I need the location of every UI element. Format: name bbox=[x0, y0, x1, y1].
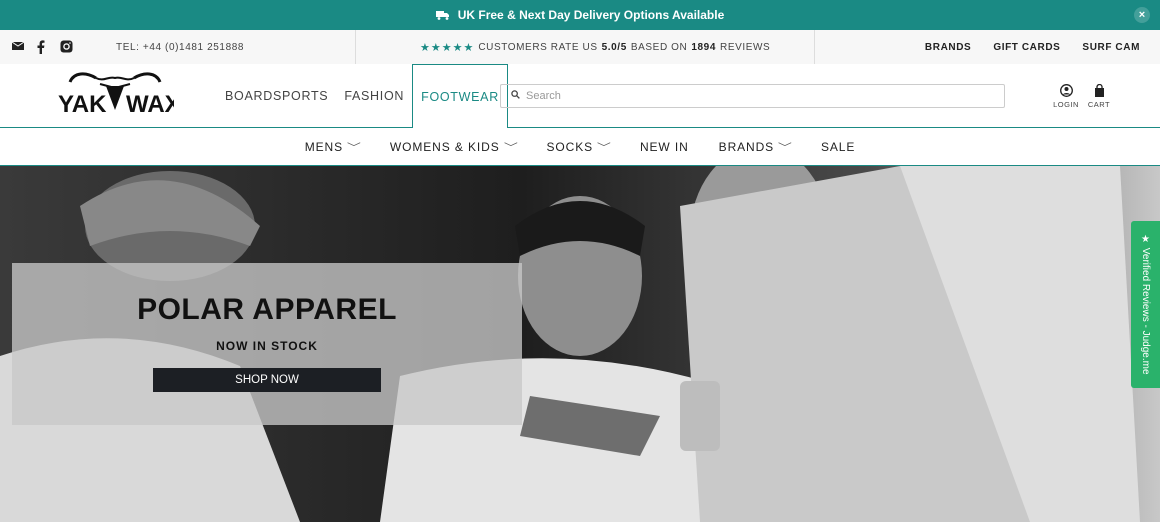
rating-prefix: CUSTOMERS RATE US bbox=[478, 42, 598, 53]
hero-banner[interactable]: POLAR APPAREL NOW IN STOCK SHOP NOW bbox=[0, 166, 1160, 522]
subnav-mens[interactable]: MENS ﹀ bbox=[304, 139, 363, 155]
subnav-womens-kids[interactable]: WOMENS & KIDS ﹀ bbox=[389, 139, 519, 155]
verified-reviews-tab[interactable]: ★ Verified Reviews - Judge.me bbox=[1131, 221, 1160, 388]
category-nav: MENS ﹀ WOMENS & KIDS ﹀ SOCKS ﹀ NEW IN BR… bbox=[0, 128, 1160, 166]
divider bbox=[355, 30, 356, 64]
link-brands[interactable]: BRANDS bbox=[925, 42, 971, 53]
chevron-down-icon: ﹀ bbox=[346, 143, 363, 154]
nav-footwear[interactable]: FOOTWEAR bbox=[412, 64, 508, 129]
utility-links: BRANDS GIFT CARDS SURF CAM bbox=[925, 42, 1140, 53]
promo-box: POLAR APPAREL NOW IN STOCK SHOP NOW bbox=[12, 263, 522, 425]
user-icon bbox=[1059, 84, 1073, 97]
divider bbox=[814, 30, 815, 64]
instagram-icon[interactable] bbox=[60, 40, 74, 54]
subnav-label: NEW IN bbox=[639, 139, 689, 154]
main-nav: BOARDSPORTS FASHION FOOTWEAR bbox=[225, 64, 508, 129]
announcement-text: UK Free & Next Day Delivery Options Avai… bbox=[457, 8, 725, 22]
announcement-bar: UK Free & Next Day Delivery Options Avai… bbox=[0, 0, 1160, 30]
shop-now-button[interactable]: SHOP NOW bbox=[153, 368, 381, 392]
utility-bar: TEL: +44 (0)1481 251888 ★★★★★ CUSTOMERS … bbox=[0, 30, 1160, 64]
rating-suffix: REVIEWS bbox=[720, 42, 771, 53]
nav-fashion[interactable]: FASHION bbox=[336, 64, 412, 128]
link-surf-cam[interactable]: SURF CAM bbox=[1082, 42, 1140, 53]
chevron-down-icon: ﹀ bbox=[503, 143, 519, 154]
subnav-label: SALE bbox=[821, 139, 856, 154]
subnav-label: BRANDS bbox=[718, 139, 775, 154]
search-icon bbox=[511, 90, 520, 102]
nav-boardsports[interactable]: BOARDSPORTS bbox=[225, 64, 336, 128]
yakwax-logo[interactable]: YAK WAX bbox=[56, 68, 181, 124]
subnav-label: SOCKS bbox=[546, 139, 594, 154]
facebook-icon[interactable] bbox=[36, 40, 50, 54]
truck-icon bbox=[435, 10, 450, 20]
subnav-new-in[interactable]: NEW IN bbox=[640, 140, 689, 154]
search-input[interactable]: Search bbox=[500, 84, 1005, 108]
subnav-sale[interactable]: SALE bbox=[821, 140, 855, 154]
mail-icon[interactable] bbox=[11, 40, 26, 54]
link-gift-cards[interactable]: GIFT CARDS bbox=[993, 42, 1060, 53]
phone-number[interactable]: TEL: +44 (0)1481 251888 bbox=[116, 42, 244, 53]
svg-text:WAX: WAX bbox=[126, 91, 174, 118]
subnav-label: MENS bbox=[304, 139, 343, 154]
chevron-down-icon: ﹀ bbox=[596, 143, 613, 154]
hero-title: POLAR APPAREL bbox=[137, 293, 397, 326]
close-icon[interactable]: × bbox=[1134, 7, 1150, 23]
search-placeholder: Search bbox=[526, 90, 561, 102]
rating-middle: BASED ON bbox=[630, 42, 688, 53]
rating-stars: ★★★★★ bbox=[420, 42, 475, 54]
svg-text:YAK: YAK bbox=[58, 91, 107, 118]
verified-reviews-label: ★ Verified Reviews - Judge.me bbox=[1140, 234, 1151, 375]
subnav-socks[interactable]: SOCKS ﹀ bbox=[546, 139, 613, 155]
subnav-label: WOMENS & KIDS bbox=[389, 139, 500, 154]
rating-summary[interactable]: ★★★★★ CUSTOMERS RATE US 5.0/5 BASED ON 1… bbox=[420, 41, 770, 54]
bag-icon bbox=[1094, 84, 1104, 97]
rating-value: 5.0/5 bbox=[601, 42, 627, 53]
subnav-brands[interactable]: BRANDS ﹀ bbox=[718, 139, 794, 155]
cart-button[interactable]: CART bbox=[1086, 84, 1112, 109]
login-label: LOGIN bbox=[1053, 100, 1079, 109]
chevron-down-icon: ﹀ bbox=[777, 143, 794, 154]
rating-count: 1894 bbox=[691, 42, 716, 53]
login-button[interactable]: LOGIN bbox=[1051, 84, 1081, 109]
cart-label: CART bbox=[1087, 100, 1111, 109]
social-links bbox=[11, 40, 74, 54]
hero-subtitle: NOW IN STOCK bbox=[216, 339, 318, 353]
main-header: YAK WAX BOARDSPORTS FASHION FOOTWEAR Sea… bbox=[0, 64, 1160, 129]
